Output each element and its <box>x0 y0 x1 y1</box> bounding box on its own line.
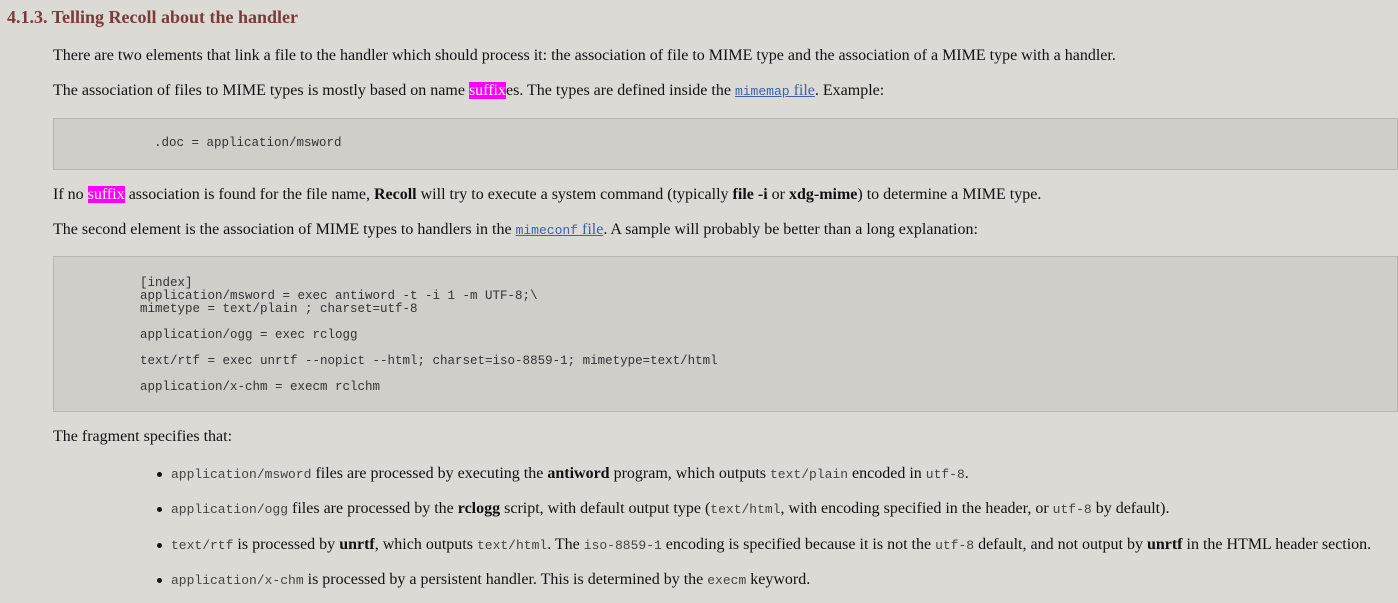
list-item: application/x-chm is processed by a pers… <box>154 568 1371 603</box>
code-mimemap-example: .doc = application/msword <box>124 136 342 150</box>
paragraph-fragment: The fragment specifies that: <box>53 428 233 445</box>
list-item: application/msword files are processed b… <box>154 462 1371 497</box>
handler-list: application/msword files are processed b… <box>154 462 1371 603</box>
mimemap-file-link[interactable]: mimemap file <box>735 82 815 99</box>
code-block-mimemap: .doc = application/msword <box>53 118 1398 170</box>
code-mimeconf-sample: [index] application/msword = exec antiwo… <box>140 276 718 394</box>
mimeconf-file-link[interactable]: mimeconf file <box>516 221 604 238</box>
search-highlight: suffix <box>87 186 125 203</box>
list-item: application/ogg files are processed by t… <box>154 497 1371 532</box>
search-highlight: suffix <box>468 82 506 99</box>
list-item: text/rtf is processed by unrtf, which ou… <box>154 533 1371 568</box>
paragraph-mimeconf: The second element is the association of… <box>53 221 978 238</box>
code-block-mimeconf: [index] application/msword = exec antiwo… <box>53 256 1398 412</box>
paragraph-no-suffix: If no suffix association is found for th… <box>53 186 1042 203</box>
paragraph-elements: There are two elements that link a file … <box>53 47 1116 64</box>
paragraph-mime-suffix: The association of files to MIME types i… <box>53 82 885 99</box>
section-heading: 4.1.3. Telling Recoll about the handler <box>7 7 299 27</box>
